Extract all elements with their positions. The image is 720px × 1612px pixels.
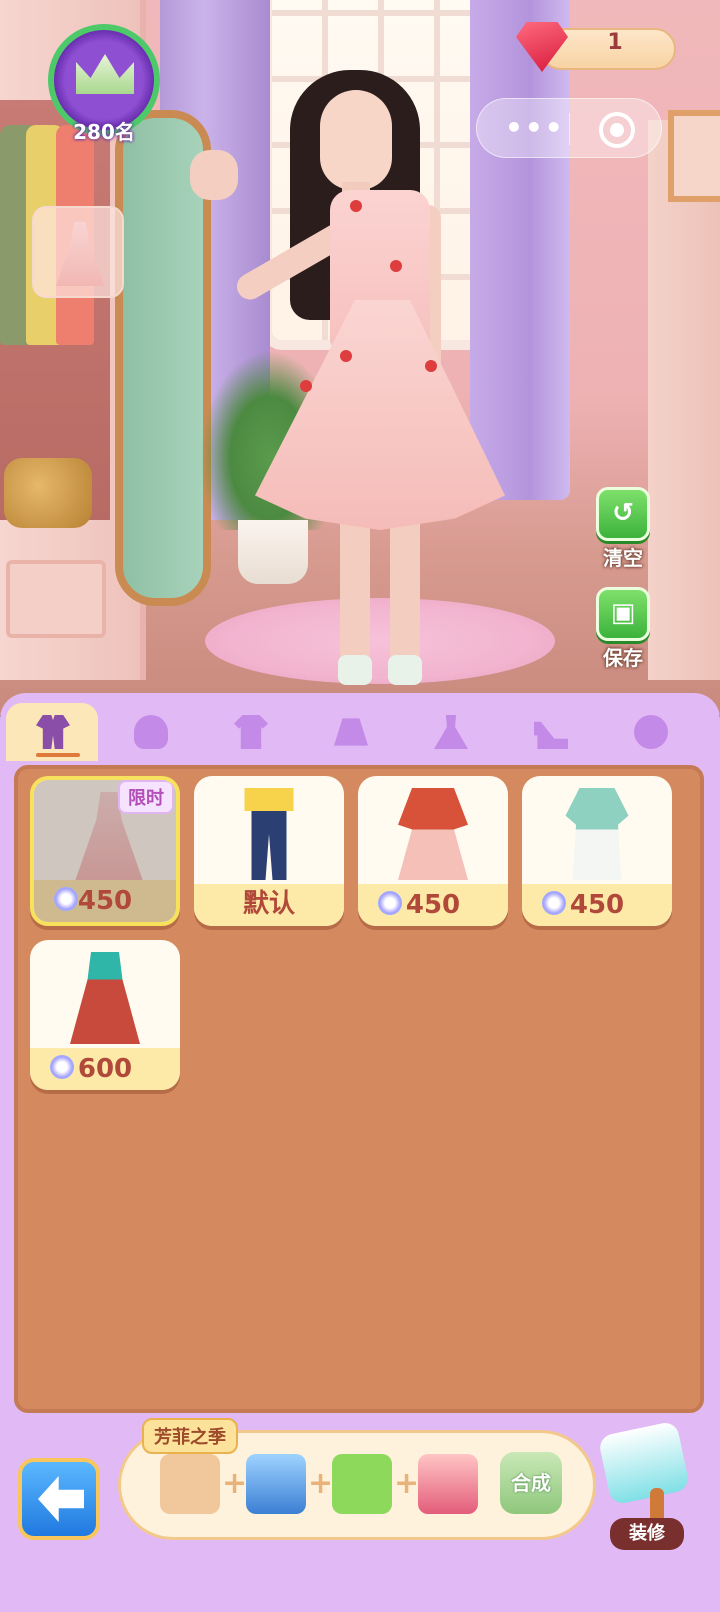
flower-pattern — [340, 350, 352, 362]
red-jacket-dress-image — [398, 788, 468, 880]
rank-label: 280名 — [73, 120, 135, 144]
hair-icon — [134, 715, 168, 749]
item-price: 450 — [77, 886, 133, 916]
item-price: 600 — [77, 1054, 133, 1084]
current-outfit-thumbnail[interactable] — [32, 206, 124, 298]
active-tab-indicator — [36, 753, 80, 757]
gem-count: 1 — [607, 30, 623, 55]
dress-skirt — [255, 300, 505, 530]
save-button[interactable]: ▣ — [596, 587, 650, 641]
save-label: 保存 — [603, 646, 643, 670]
flower-pattern — [425, 360, 437, 372]
decorate-button[interactable]: 装修 — [610, 1518, 684, 1550]
character-shoe — [338, 655, 372, 685]
tab-accessory[interactable] — [604, 703, 696, 761]
heel-icon — [534, 721, 568, 749]
lace-fabric-icon[interactable] — [160, 1454, 220, 1514]
drawer — [6, 560, 106, 638]
plus-icon: + — [394, 1466, 420, 1501]
save-icon: ▣ — [610, 598, 636, 628]
flower-pattern — [350, 200, 362, 212]
crown-icon — [76, 54, 134, 94]
shirt-icon — [234, 715, 268, 749]
plus-icon: + — [308, 1466, 334, 1501]
character-face — [320, 90, 392, 190]
teal-red-dress-image — [70, 952, 140, 1044]
sewing-machine-icon[interactable] — [418, 1454, 478, 1514]
mint-qipao-set-image — [565, 788, 629, 880]
more-options-icon[interactable]: ••• — [505, 114, 563, 142]
tab-outfit[interactable] — [6, 703, 98, 761]
item-card[interactable]: 450 — [522, 776, 672, 926]
tab-hair[interactable] — [104, 703, 196, 761]
rank-badge[interactable]: 280名 — [48, 24, 160, 144]
character-hand — [190, 150, 238, 200]
item-price: 450 — [405, 890, 461, 920]
clear-button[interactable]: ↺ — [596, 487, 650, 541]
accessory-icon — [634, 715, 668, 749]
shelf — [648, 120, 720, 680]
back-arrow-icon — [38, 1476, 84, 1522]
clear-label: 清空 — [603, 546, 643, 570]
category-tabs — [0, 703, 720, 761]
synthesize-button[interactable]: 合成 — [500, 1452, 562, 1514]
dress-icon — [434, 715, 468, 749]
item-card[interactable]: 450 — [358, 776, 508, 926]
handbag — [4, 458, 92, 528]
close-miniprogram-icon[interactable] — [599, 112, 635, 148]
item-price: 450 — [569, 890, 625, 920]
limited-time-badge: 限时 — [118, 780, 174, 814]
character-shoe — [388, 655, 422, 685]
flower-pattern — [300, 380, 312, 392]
item-card[interactable]: 600 — [30, 940, 180, 1090]
picture-frame — [668, 110, 720, 202]
flower-pattern — [390, 260, 402, 272]
tab-top[interactable] — [204, 703, 296, 761]
recipe-title: 芳菲之季 — [142, 1418, 238, 1454]
item-card[interactable]: 450 限时 — [30, 776, 180, 926]
green-check-fabric-icon[interactable] — [332, 1454, 392, 1514]
character-avatar[interactable] — [190, 70, 520, 685]
denim-overalls-image — [244, 788, 294, 880]
miniprogram-capsule: ••• — [476, 98, 662, 158]
item-card[interactable]: 默认 — [194, 776, 344, 926]
outfit-icon — [36, 715, 70, 749]
tab-dress[interactable] — [404, 703, 496, 761]
skirt-icon — [334, 718, 368, 746]
blue-fabric-icon[interactable] — [246, 1454, 306, 1514]
item-price: 默认 — [242, 889, 295, 919]
back-button[interactable] — [18, 1458, 100, 1540]
tab-skirt[interactable] — [304, 703, 396, 761]
tab-shoes[interactable] — [504, 703, 596, 761]
capsule-divider — [569, 113, 570, 145]
undo-icon: ↺ — [612, 498, 634, 528]
plus-icon: + — [222, 1466, 248, 1501]
dress-thumbnail-icon — [56, 222, 104, 286]
